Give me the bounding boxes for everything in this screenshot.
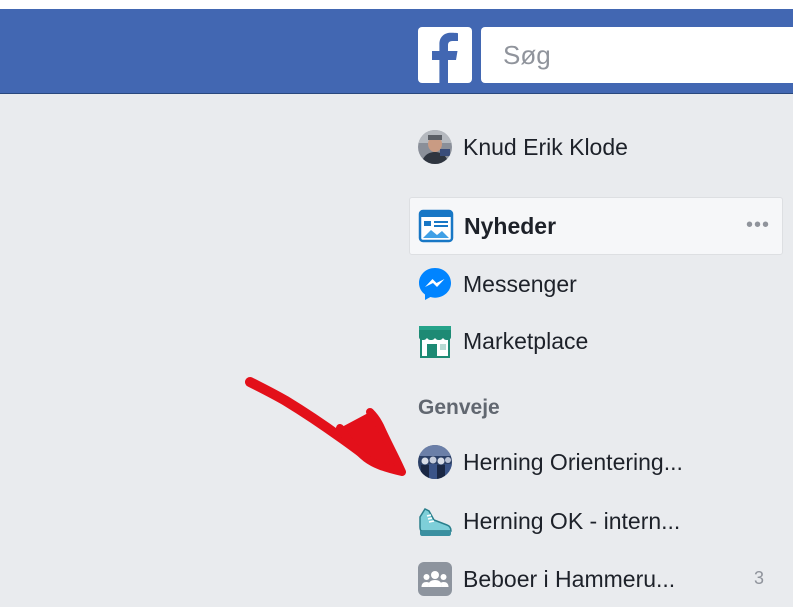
notification-count: 3 xyxy=(754,568,765,588)
profile-name: Knud Erik Klode xyxy=(463,133,628,160)
shortcut-label: Beboer i Hammeru... xyxy=(463,565,676,592)
shortcut-item-herning-ok[interactable]: Herning OK - intern... xyxy=(409,494,793,548)
search-input[interactable]: Søg xyxy=(481,27,793,83)
shortcuts-heading: Genveje xyxy=(418,396,500,419)
shortcut-item-beboer-hammeru[interactable]: Beboer i Hammeru... 3 xyxy=(409,552,793,606)
messenger-icon xyxy=(417,266,453,302)
marketplace-label: Marketplace xyxy=(463,327,589,354)
sidebar-item-newsfeed[interactable]: Nyheder ••• xyxy=(409,197,783,255)
sidebar-item-messenger[interactable]: Messenger xyxy=(409,257,793,311)
shortcut-label: Herning OK - intern... xyxy=(463,507,681,534)
marketplace-shop-icon xyxy=(417,323,453,359)
sidebar-item-profile[interactable]: Knud Erik Klode xyxy=(409,120,793,174)
running-shoe-icon xyxy=(417,503,453,539)
search-placeholder: Søg xyxy=(503,40,551,70)
facebook-logo-icon[interactable] xyxy=(418,27,472,83)
shortcut-label: Herning Orientering... xyxy=(463,448,683,475)
sidebar-item-marketplace[interactable]: Marketplace xyxy=(409,314,793,368)
more-options-icon[interactable]: ••• xyxy=(746,214,770,237)
page: Søg Knud Erik Klode Nyheder ••• Messenge… xyxy=(0,0,793,607)
group-photo-icon xyxy=(417,444,453,480)
messenger-label: Messenger xyxy=(463,270,577,297)
top-bar: Søg xyxy=(0,9,793,94)
newsfeed-label: Nyheder xyxy=(464,212,557,239)
newsfeed-icon xyxy=(418,208,454,244)
group-people-icon xyxy=(417,561,453,597)
user-avatar-icon xyxy=(417,129,453,165)
caption-strip xyxy=(0,0,793,9)
shortcut-item-herning-orientering[interactable]: Herning Orientering... xyxy=(409,435,793,489)
